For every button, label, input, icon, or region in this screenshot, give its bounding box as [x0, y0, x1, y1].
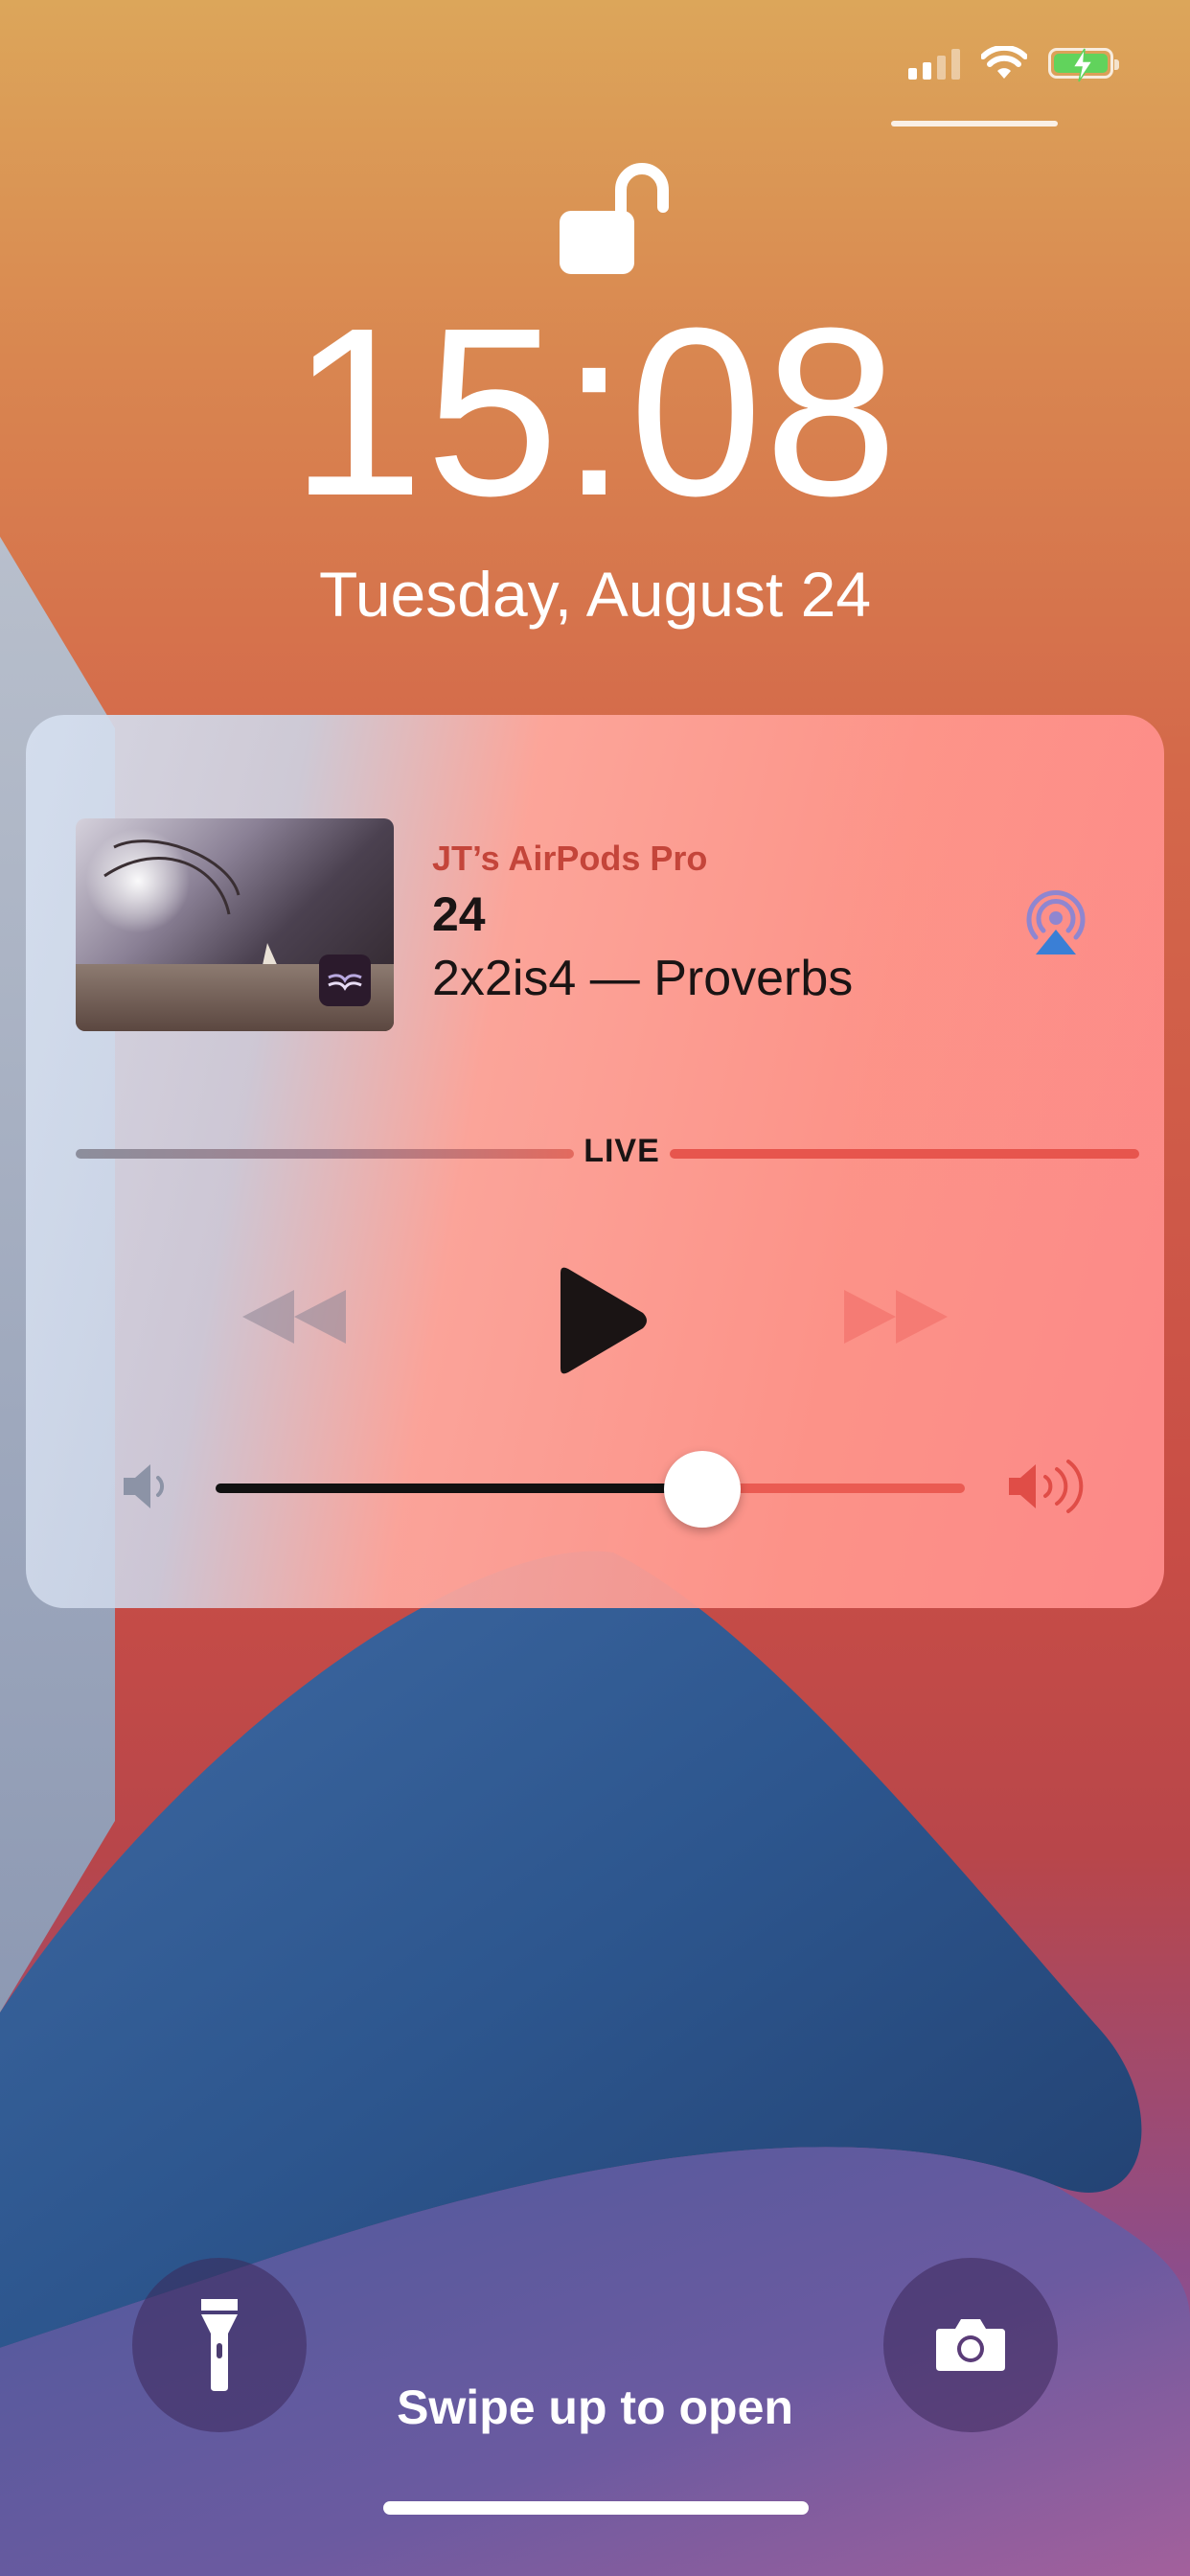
wifi-icon [981, 46, 1027, 79]
volume-high-icon [1009, 1460, 1084, 1513]
rewind-icon[interactable] [239, 1286, 350, 1347]
unlocked-padlock-icon [560, 163, 669, 274]
home-indicator[interactable] [383, 2501, 809, 2515]
progress-bar-remaining[interactable] [670, 1149, 1139, 1159]
airplay-audio-icon[interactable] [1022, 887, 1089, 956]
swipe-up-hint: Swipe up to open [397, 2380, 793, 2434]
lock-screen-date: Tuesday, August 24 [318, 559, 872, 630]
play-icon[interactable] [551, 1265, 651, 1376]
live-label: LIVE [584, 1133, 660, 1169]
track-subtitle: 2x2is4 — Proverbs [432, 951, 854, 1006]
volume-slider-knob[interactable] [664, 1451, 742, 1528]
album-artwork[interactable] [76, 818, 394, 1031]
volume-slider-filled[interactable] [216, 1484, 703, 1493]
podcast-app-badge [319, 954, 371, 1006]
camera-icon [936, 2319, 1005, 2371]
volume-slider-track[interactable] [702, 1484, 965, 1493]
fast-forward-icon[interactable] [840, 1286, 951, 1347]
track-title: 24 [432, 887, 486, 941]
progress-bar-elapsed[interactable] [76, 1149, 574, 1159]
cellular-signal-icon [908, 47, 960, 80]
face-id-indicator [891, 121, 1058, 126]
now-playing-widget[interactable]: JT’s AirPods Pro 24 2x2is4 — Proverbs LI… [26, 715, 1164, 1608]
volume-low-icon [124, 1464, 165, 1508]
lock-screen-time: 15:08 [290, 278, 900, 545]
battery-charging-icon [1048, 48, 1119, 82]
output-device-label: JT’s AirPods Pro [432, 839, 708, 878]
status-bar [908, 46, 1119, 82]
